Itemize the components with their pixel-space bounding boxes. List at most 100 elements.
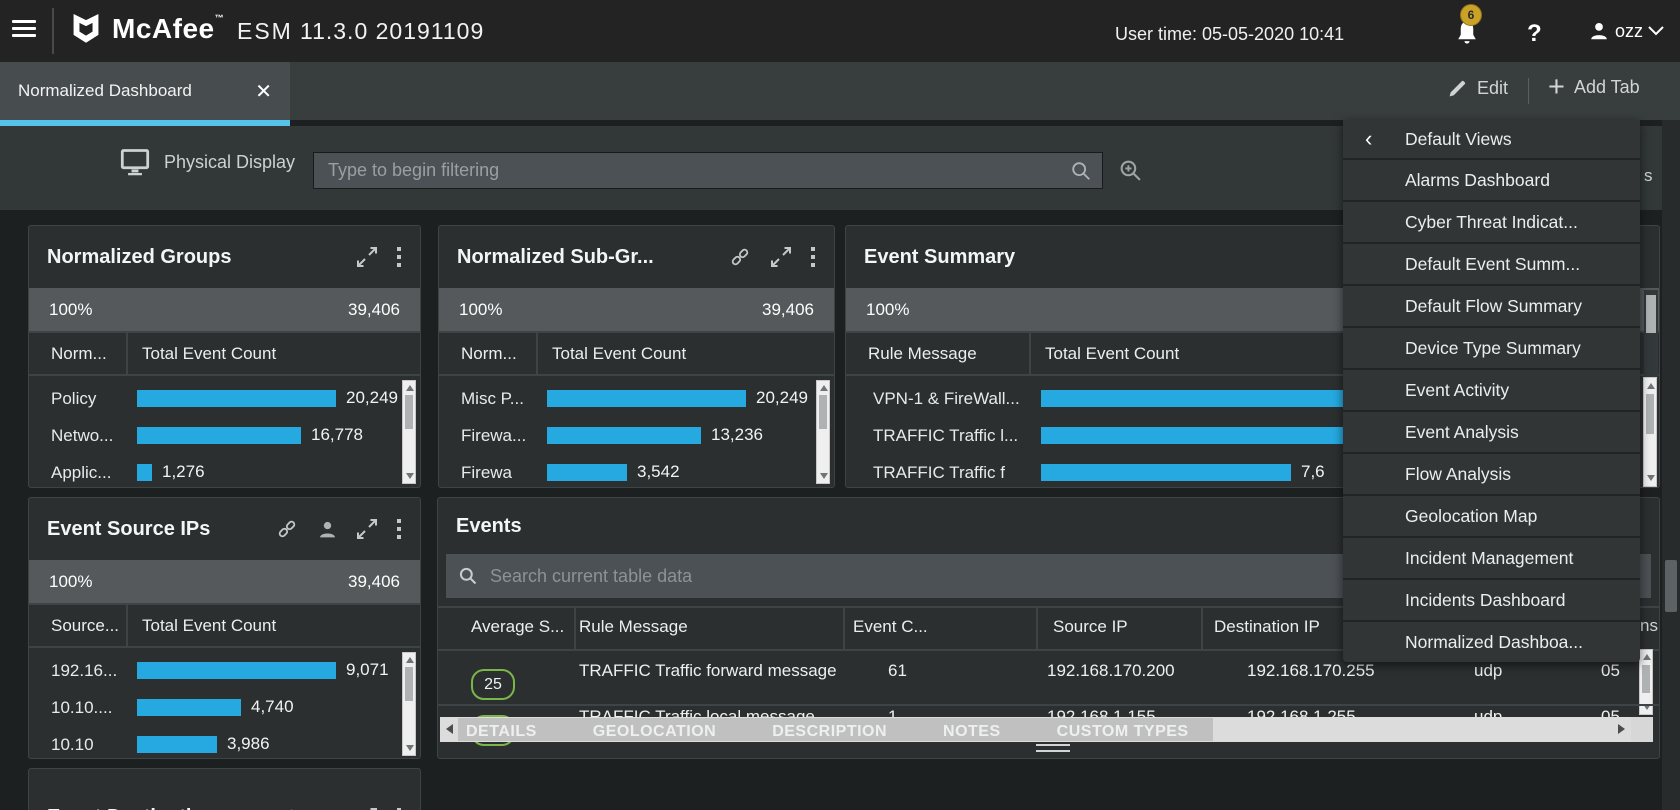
row-label: 192.16... — [51, 660, 118, 680]
bar — [137, 736, 217, 753]
help-icon[interactable]: ? — [1527, 20, 1542, 48]
bar-rows: Misc P... 20,249 Firewa... 13,236 Firewa 3,54… — [439, 376, 834, 487]
product-name: ESM — [237, 18, 293, 44]
column-2-header[interactable]: Total Event Count — [1045, 344, 1179, 364]
kebab-icon[interactable] — [396, 246, 402, 268]
panel-scrollbar[interactable] — [402, 380, 416, 484]
menu-item-cyber-threat-indicat[interactable]: Cyber Threat Indicat... — [1343, 200, 1640, 242]
bottom-tab-notes[interactable]: NOTES — [943, 723, 1001, 741]
events-column-header[interactable]: Average S... — [471, 617, 564, 637]
panel-scrollbar[interactable] — [402, 652, 416, 756]
expand-icon[interactable] — [356, 246, 378, 268]
row-value: 16,778 — [311, 425, 363, 444]
bar-row[interactable]: 10.10 3,986 — [29, 726, 420, 758]
bar-row[interactable]: 10.10.... 4,740 — [29, 689, 420, 726]
events-column-header[interactable]: Rule Message — [579, 617, 688, 637]
bottom-tab-geolocation[interactable]: GEOLOCATION — [593, 723, 716, 741]
edit-button[interactable]: Edit — [1447, 78, 1508, 99]
kebab-icon[interactable] — [810, 246, 816, 268]
event-summary-scroll-track[interactable] — [1644, 290, 1658, 380]
column-1-header[interactable]: Norm... — [439, 344, 517, 364]
percent-label: 100% — [49, 299, 93, 319]
brand-name: McAfee™ — [112, 13, 225, 44]
events-column-header[interactable]: Event C... — [853, 617, 928, 637]
row-label: Applic... — [51, 462, 112, 482]
column-2-header[interactable]: Total Event Count — [142, 616, 276, 636]
bar-row[interactable]: Netwo... 16,778 — [29, 417, 420, 454]
link-icon[interactable] — [275, 518, 299, 540]
row-label: Firewa... — [461, 425, 527, 445]
close-tab-icon[interactable]: ✕ — [255, 79, 272, 104]
normalized-groups-title: Normalized Groups — [47, 245, 232, 268]
menu-item-default-flow-summary[interactable]: Default Flow Summary — [1343, 284, 1640, 326]
tab-normalized-dashboard[interactable]: Normalized Dashboard ✕ — [0, 62, 290, 120]
events-column-header[interactable]: Destination IP — [1214, 617, 1320, 637]
user-menu[interactable]: ozz — [1588, 20, 1664, 42]
destination-ip-cell: 192.168.170.255 — [1247, 661, 1375, 680]
menu-item-geolocation-map[interactable]: Geolocation Map — [1343, 494, 1640, 536]
hamburger-menu-icon[interactable] — [12, 20, 36, 40]
panel-scrollbar[interactable] — [816, 380, 830, 484]
column-1-header[interactable]: Source... — [29, 616, 119, 636]
menu-item-alarms-dashboard[interactable]: Alarms Dashboard — [1343, 158, 1640, 200]
bar-row[interactable]: Firewa... 13,236 — [439, 417, 834, 454]
bar-row[interactable]: 192.16... 9,071 — [29, 652, 420, 689]
row-label: TRAFFIC Traffic l... — [873, 425, 1019, 445]
menu-item-normalized-dashboa[interactable]: Normalized Dashboa... — [1343, 620, 1640, 662]
page-scrollbar-thumb[interactable] — [1665, 560, 1677, 612]
product-version: 11.3.0 20191109 — [300, 18, 485, 44]
row-value: 3,986 — [227, 734, 270, 753]
chevron-down-icon — [1648, 26, 1664, 36]
rule-message-cell: TRAFFIC Traffic forward message — [579, 661, 837, 680]
views-dropdown-menu: ‹ Default Views Alarms Dashboard Cyber Th… — [1343, 120, 1640, 662]
percent-label: 100% — [866, 299, 910, 319]
row-label: 10.10 — [51, 734, 94, 754]
menu-item-incidents-dashboard[interactable]: Incidents Dashboard — [1343, 578, 1640, 620]
bar-row[interactable]: Policy 20,249 — [29, 380, 420, 417]
bar-rows: 192.16... 9,071 10.10.... 4,740 10.10 3,986 — [29, 648, 420, 758]
notification-count-badge: 6 — [1460, 4, 1482, 26]
bar-row[interactable]: Misc P... 20,249 — [439, 380, 834, 417]
bar — [137, 390, 336, 407]
user-icon — [1588, 20, 1610, 42]
event-destination-title: Event Destinati... — [47, 806, 208, 810]
filter-input[interactable] — [314, 160, 1070, 181]
menu-item-event-activity[interactable]: Event Activity — [1343, 368, 1640, 410]
pencil-icon — [1447, 78, 1468, 99]
event-source-ips-title: Event Source IPs — [47, 517, 211, 540]
expand-icon[interactable] — [356, 518, 378, 540]
display-mode-selector[interactable]: Physical Display — [120, 148, 295, 176]
menu-item-incident-management[interactable]: Incident Management — [1343, 536, 1640, 578]
column-1-header[interactable]: Rule Message — [846, 344, 977, 364]
menu-item-device-type-summary[interactable]: Device Type Summary — [1343, 326, 1640, 368]
column-2-header[interactable]: Total Event Count — [142, 344, 276, 364]
mcafee-shield-icon — [70, 12, 102, 46]
event-summary-scrollbar[interactable] — [1643, 377, 1657, 487]
column-header-row: Norm... Total Event Count — [439, 331, 834, 376]
zoom-in-icon[interactable] — [1118, 158, 1143, 183]
bar-row[interactable]: Firewa 3,542 — [439, 454, 834, 487]
protocol-cell: udp — [1474, 661, 1503, 680]
mcafee-esm-app: McAfee™ ESM 11.3.0 20191109 User time: 0… — [0, 0, 1680, 810]
panel-normalized-subgroups: Normalized Sub-Gr... 100% 39,406 Norm... Tot… — [438, 225, 835, 488]
bottom-tab-description[interactable]: DESCRIPTION — [772, 723, 887, 741]
person-icon[interactable] — [317, 519, 338, 540]
menu-header-default-views[interactable]: ‹ Default Views — [1343, 120, 1640, 158]
bottom-tab-details[interactable]: DETAILS — [466, 723, 537, 741]
column-1-header[interactable]: Norm... — [29, 344, 107, 364]
menu-item-event-analysis[interactable]: Event Analysis — [1343, 410, 1640, 452]
search-icon[interactable] — [1070, 160, 1102, 182]
column-2-header[interactable]: Total Event Count — [552, 344, 686, 364]
events-column-header[interactable]: Source IP — [1053, 617, 1128, 637]
bottom-tab-custom-types[interactable]: CUSTOM TYPES — [1057, 723, 1189, 741]
page-scrollbar[interactable] — [1662, 120, 1680, 810]
add-tab-button[interactable]: + Add Tab — [1548, 73, 1640, 102]
column-header-row: Source... Total Event Count — [29, 603, 420, 648]
kebab-icon[interactable] — [396, 518, 402, 540]
expand-icon[interactable] — [770, 246, 792, 268]
menu-item-flow-analysis[interactable]: Flow Analysis — [1343, 452, 1640, 494]
menu-item-default-event-summ[interactable]: Default Event Summ... — [1343, 242, 1640, 284]
link-icon[interactable] — [728, 246, 752, 268]
bar-row[interactable]: Applic... 1,276 — [29, 454, 420, 487]
row-value: 20,249 — [346, 388, 398, 407]
